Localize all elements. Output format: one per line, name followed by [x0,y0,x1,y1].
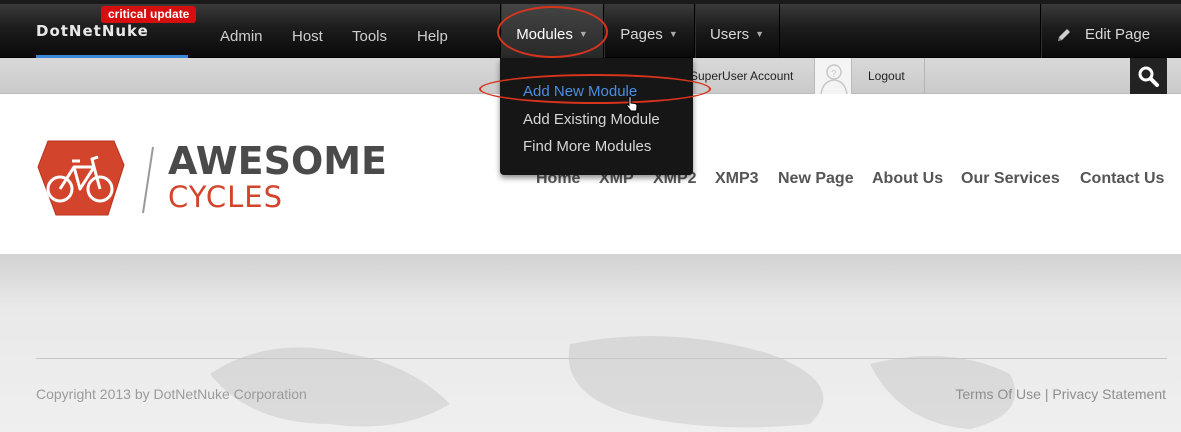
divider [924,58,925,94]
footer-link-separator: | [1044,386,1049,402]
chevron-down-icon: ▼ [668,29,678,39]
menu-admin[interactable]: Admin [220,28,263,45]
menu-item-find-more-modules[interactable]: Find More Modules [523,138,651,155]
tab-users-label: Users [709,26,750,43]
avatar[interactable]: ? [814,58,852,95]
menu-item-add-existing-module[interactable]: Add Existing Module [523,111,660,128]
bicycle-logo-icon[interactable] [36,137,126,219]
pencil-icon [1058,29,1070,41]
menu-host[interactable]: Host [292,28,323,45]
copyright-text: Copyright 2013 by DotNetNuke Corporation [36,386,307,402]
edit-page-label: Edit Page [1085,26,1151,43]
svg-text:?: ? [831,69,837,80]
chevron-down-icon: ▼ [755,29,765,39]
nav-contact-us[interactable]: Contact Us [1080,170,1164,188]
logo-divider [142,146,154,214]
dotnetnuke-logo[interactable]: DotNetNuke [36,22,188,56]
tab-users[interactable]: Users ▼ [694,4,780,62]
search-button[interactable] [1130,58,1167,94]
nav-xmp3[interactable]: XMP3 [715,170,759,188]
annotation-circle-add-new-module [479,74,711,104]
content-area [0,254,1181,432]
edit-page-button[interactable]: Edit Page [1040,4,1165,62]
hand-cursor-icon [626,96,638,112]
search-icon [1138,66,1159,87]
privacy-statement-link[interactable]: Privacy Statement [1052,386,1166,402]
menu-tools[interactable]: Tools [352,28,387,45]
tab-pages-label: Pages [620,26,663,43]
footer-links: Terms Of Use | Privacy Statement [955,386,1166,402]
tab-pages[interactable]: Pages ▼ [603,4,694,62]
annotation-circle-modules [497,6,608,58]
nav-new-page[interactable]: New Page [778,170,854,188]
footer-divider [36,358,1167,359]
nav-our-services[interactable]: Our Services [961,170,1060,188]
logout-link[interactable]: Logout [868,69,905,83]
critical-update-badge[interactable]: critical update [101,6,197,23]
world-map-background [210,336,1015,429]
menu-help[interactable]: Help [417,28,448,45]
user-avatar-icon: ? [820,64,848,95]
superuser-account-link[interactable]: SuperUser Account [690,69,793,83]
logo-text-cycles[interactable]: CYCLES [168,182,283,212]
terms-of-use-link[interactable]: Terms Of Use [955,386,1041,402]
logo-text-awesome[interactable]: AWESOME [168,142,387,180]
nav-about-us[interactable]: About Us [872,170,943,188]
